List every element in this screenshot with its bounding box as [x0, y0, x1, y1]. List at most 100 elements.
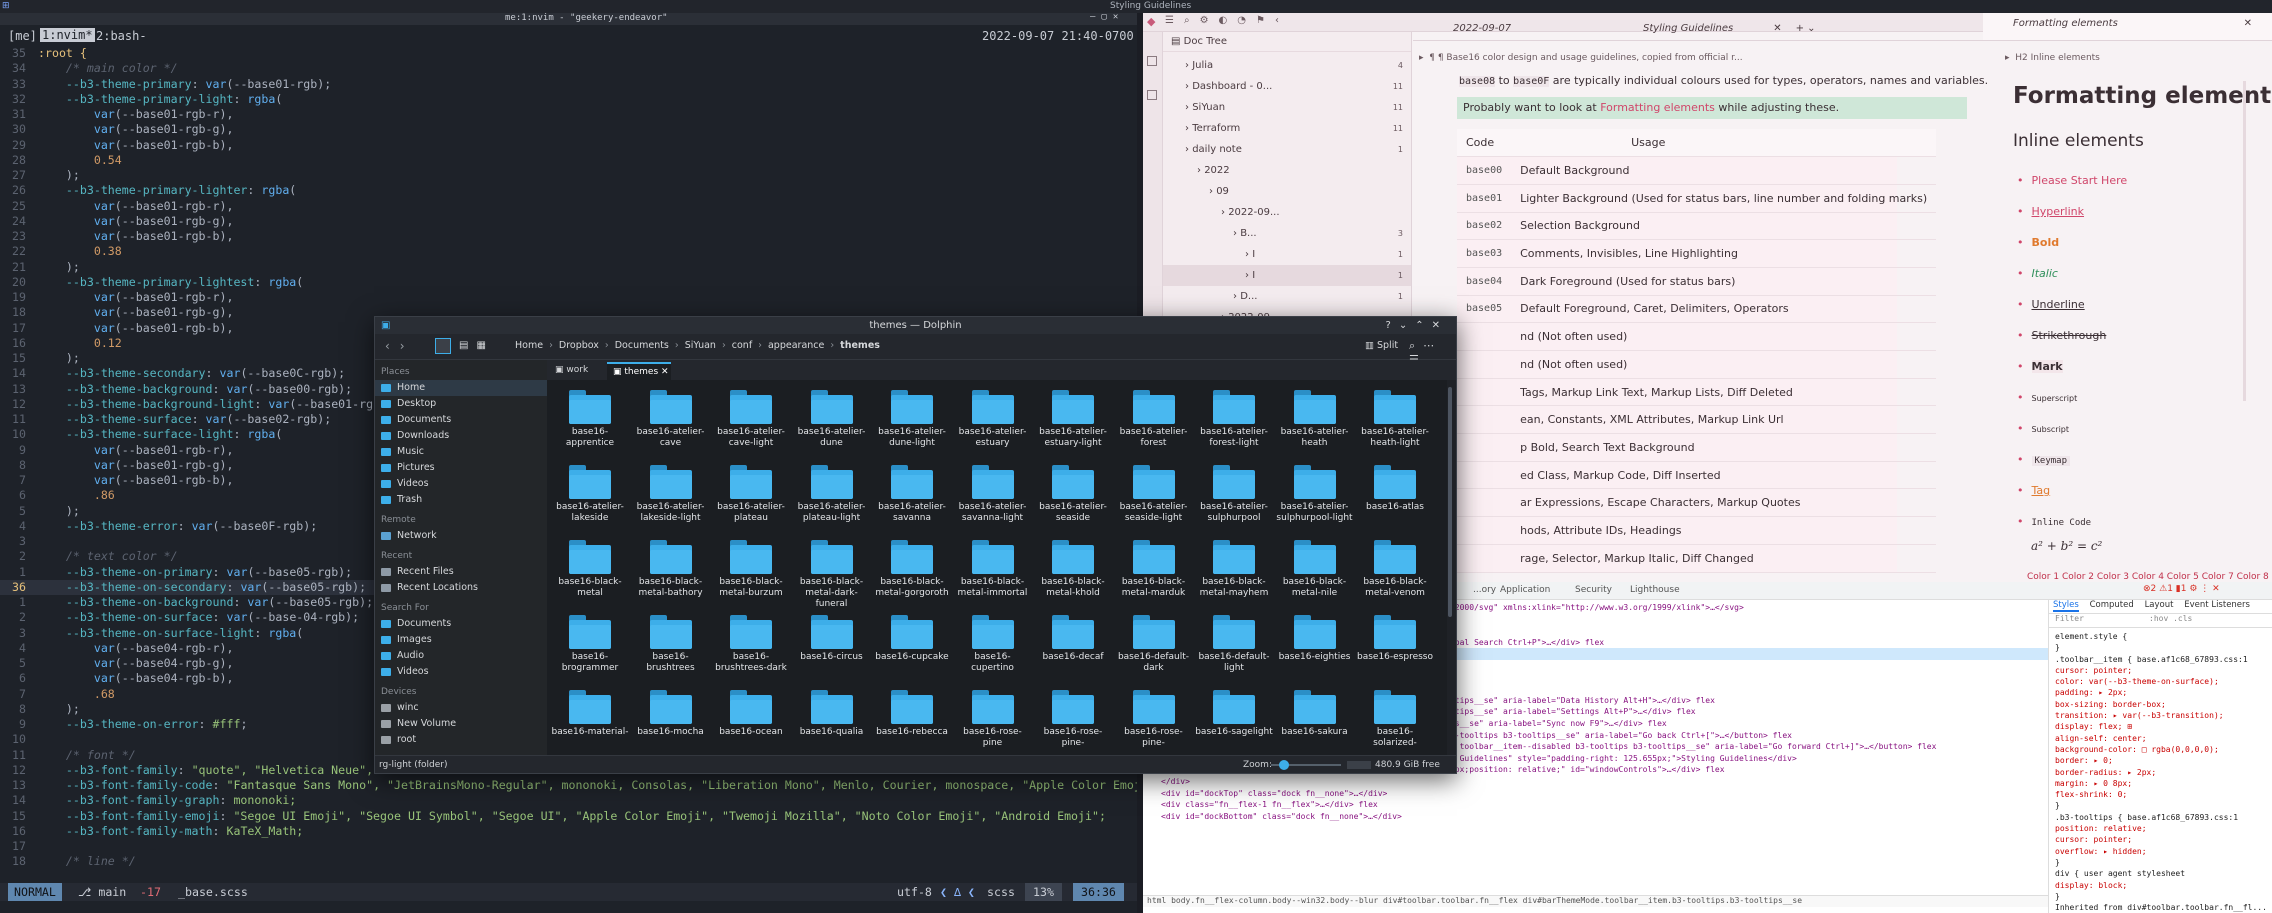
code-line[interactable]: 17: [0, 839, 1137, 854]
folder-item[interactable]: base16-atelier-sulphurpool: [1195, 461, 1273, 524]
tab-layout[interactable]: Layout: [2145, 600, 2174, 610]
folder-item[interactable]: base16-atelier-seaside-light: [1115, 461, 1193, 524]
dom-node[interactable]: </div>: [1161, 776, 2048, 788]
folder-item[interactable]: base16-atelier-heath-light: [1356, 386, 1434, 449]
folder-item[interactable]: base16-ocean: [712, 686, 790, 738]
style-rule-line[interactable]: display: flex; ⊞: [2055, 721, 2272, 732]
folder-item[interactable]: base16-decaf: [1034, 611, 1112, 663]
folder-item[interactable]: base16-rose-pine-: [1034, 686, 1112, 749]
code-line[interactable]: 35:root {: [0, 46, 1137, 61]
places-item[interactable]: Desktop: [375, 396, 547, 412]
folder-item[interactable]: base16-black-metal: [551, 536, 629, 599]
code-line[interactable]: 26 --b3-theme-primary-lighter: rgba(: [0, 183, 1137, 198]
folder-item[interactable]: base16-black-metal-khold: [1034, 536, 1112, 599]
folder-item[interactable]: base16-black-metal-venom: [1356, 536, 1434, 599]
style-rule-line[interactable]: .b3-tooltips { base.af1c68_67893.css:1: [2055, 812, 2272, 823]
places-item[interactable]: Home: [375, 380, 547, 396]
tab-daily-note[interactable]: 2022-09-07: [1453, 18, 1511, 40]
folder-item[interactable]: base16-black-metal-nile: [1276, 536, 1354, 599]
styles-filter[interactable]: Filter:hov .cls: [2049, 614, 2272, 628]
path-segment[interactable]: Documents: [615, 340, 669, 351]
places-item[interactable]: Images: [375, 632, 547, 648]
doc-tree-item[interactable]: › I1: [1163, 265, 1411, 286]
styles-pane[interactable]: Styles Computed Layout Event Listeners F…: [2048, 600, 2272, 913]
breadcrumb[interactable]: ▸ ¶ ¶ Base16 color design and usage guid…: [1419, 53, 1743, 63]
inline-example[interactable]: Please Start Here: [2032, 174, 2128, 187]
folder-item[interactable]: base16-black-metal-gorgoroth: [873, 536, 951, 599]
code-line[interactable]: 25 var(--base01-rgb-r),: [0, 199, 1137, 214]
style-rule-line[interactable]: div { user agent stylesheet: [2055, 868, 2272, 879]
tab-work[interactable]: ▣ work: [549, 362, 605, 378]
places-item[interactable]: Pictures: [375, 460, 547, 476]
folder-item[interactable]: base16-atelier-savanna: [873, 461, 951, 524]
tab-themes[interactable]: ▣ themes ✕: [607, 362, 671, 380]
style-rule-line[interactable]: Inherited from div#toolbar.toolbar.fn__f…: [2055, 902, 2272, 913]
style-rule-line[interactable]: padding: ▸ 2px;: [2055, 687, 2272, 698]
folder-item[interactable]: base16-rebecca: [873, 686, 951, 738]
code-line[interactable]: 27 );: [0, 168, 1137, 183]
tab-formatting-elements[interactable]: Formatting elements ✕: [1983, 13, 2272, 41]
path-segment[interactable]: appearance: [768, 340, 824, 351]
folder-item[interactable]: base16-atelier-plateau-light: [793, 461, 871, 524]
code-line[interactable]: 13 --b3-font-family-code: "Fantasque San…: [0, 778, 1137, 793]
dom-node[interactable]: <div id="dockBottom" class="dock fn__non…: [1161, 811, 2048, 823]
places-item[interactable]: root: [375, 732, 547, 748]
code-line[interactable]: 18 /* line */: [0, 854, 1137, 869]
style-rule-line[interactable]: cursor: pointer;: [2055, 834, 2272, 845]
formatting-elements-link[interactable]: Formatting elements: [1600, 101, 1715, 114]
places-item[interactable]: Music: [375, 444, 547, 460]
location-breadcrumb[interactable]: Home › Dropbox › Documents › SiYuan › conf › appea…: [515, 340, 880, 351]
tab-computed[interactable]: Computed: [2090, 600, 2134, 610]
code-line[interactable]: 23 var(--base01-rgb-b),: [0, 229, 1137, 244]
style-rule-line[interactable]: border-radius: ▸ 2px;: [2055, 767, 2272, 778]
doc-tree-item[interactable]: › 2022: [1163, 160, 1411, 181]
style-rule-line[interactable]: cursor: pointer;: [2055, 665, 2272, 676]
folder-item[interactable]: base16-black-metal-immortal: [954, 536, 1032, 599]
folder-item[interactable]: base16-atelier-sulphurpool-light: [1276, 461, 1354, 524]
places-item[interactable]: Documents: [375, 412, 547, 428]
doc-tree-item[interactable]: › Dashboard - 0... 11: [1163, 76, 1411, 97]
places-item[interactable]: New Volume: [375, 716, 547, 732]
path-segment[interactable]: conf: [732, 340, 752, 351]
code-line[interactable]: 15 --b3-font-family-emoji: "Segoe UI Emo…: [0, 809, 1137, 824]
formatting-elements-editor[interactable]: ▸ H2 Inline elements Formatting elements…: [1997, 51, 2272, 591]
style-rule-line[interactable]: color: var(--b3-theme-on-surface);: [2055, 676, 2272, 687]
style-rule-line[interactable]: overflow: ▸ hidden;: [2055, 846, 2272, 857]
code-line[interactable]: 34 /* main color */: [0, 61, 1137, 76]
tmux-window-active[interactable]: 1:nvim*: [40, 28, 95, 42]
doc-tree-item[interactable]: › daily note 1: [1163, 139, 1411, 160]
folder-item[interactable]: base16-default-dark: [1115, 611, 1193, 674]
style-rule-line[interactable]: border: ▸ 0;: [2055, 755, 2272, 766]
folder-item[interactable]: base16-brogrammer: [551, 611, 629, 674]
folder-item[interactable]: base16-black-metal-burzum: [712, 536, 790, 599]
folder-item[interactable]: base16-material-: [551, 686, 629, 738]
style-rule-line[interactable]: transition: ▸ var(--b3-transition);: [2055, 710, 2272, 721]
code-line[interactable]: 29 var(--base01-rgb-b),: [0, 138, 1137, 153]
view-mode-icons[interactable]: ▤▦: [459, 340, 494, 351]
folder-item[interactable]: base16-atlas: [1356, 461, 1434, 513]
folder-item[interactable]: base16-sakura: [1276, 686, 1354, 738]
code-line[interactable]: 32 --b3-theme-primary-light: rgba(: [0, 92, 1137, 107]
style-rule-line[interactable]: display: block;: [2055, 880, 2272, 891]
folder-item[interactable]: base16-cupcake: [873, 611, 951, 663]
doc-tree-icon[interactable]: [1147, 56, 1157, 66]
folder-item[interactable]: base16-atelier-dune: [793, 386, 871, 449]
folder-item[interactable]: base16-atelier-dune-light: [873, 386, 951, 449]
folder-item[interactable]: base16-black-metal-mayhem: [1195, 536, 1273, 599]
folder-item[interactable]: base16-atelier-lakeside-light: [632, 461, 710, 524]
folder-item[interactable]: base16-atelier-heath: [1276, 386, 1354, 449]
dom-node[interactable]: <div class="fn__flex-1 fn__flex">…</div>…: [1161, 799, 2048, 811]
style-rule-line[interactable]: }: [2055, 642, 2272, 653]
folder-item[interactable]: base16-circus: [793, 611, 871, 663]
folder-item[interactable]: base16-atelier-cave-light: [712, 386, 790, 449]
scrollbar[interactable]: [2243, 81, 2246, 401]
dom-breadcrumbs[interactable]: html body.fn__flex-column.body--win32.bo…: [1143, 895, 2048, 907]
tmux-window[interactable]: 2:bash-: [96, 29, 147, 43]
style-rule-line[interactable]: align-self: center;: [2055, 733, 2272, 744]
path-segment[interactable]: SiYuan: [685, 340, 716, 351]
tab-security[interactable]: Security: [1575, 585, 1612, 595]
style-rule-line[interactable]: position: relative;: [2055, 823, 2272, 834]
tab-lighthouse[interactable]: Lighthouse: [1630, 585, 1680, 595]
folder-item[interactable]: base16-black-metal-bathory: [632, 536, 710, 599]
split-button[interactable]: ▥ Split: [1365, 340, 1398, 351]
